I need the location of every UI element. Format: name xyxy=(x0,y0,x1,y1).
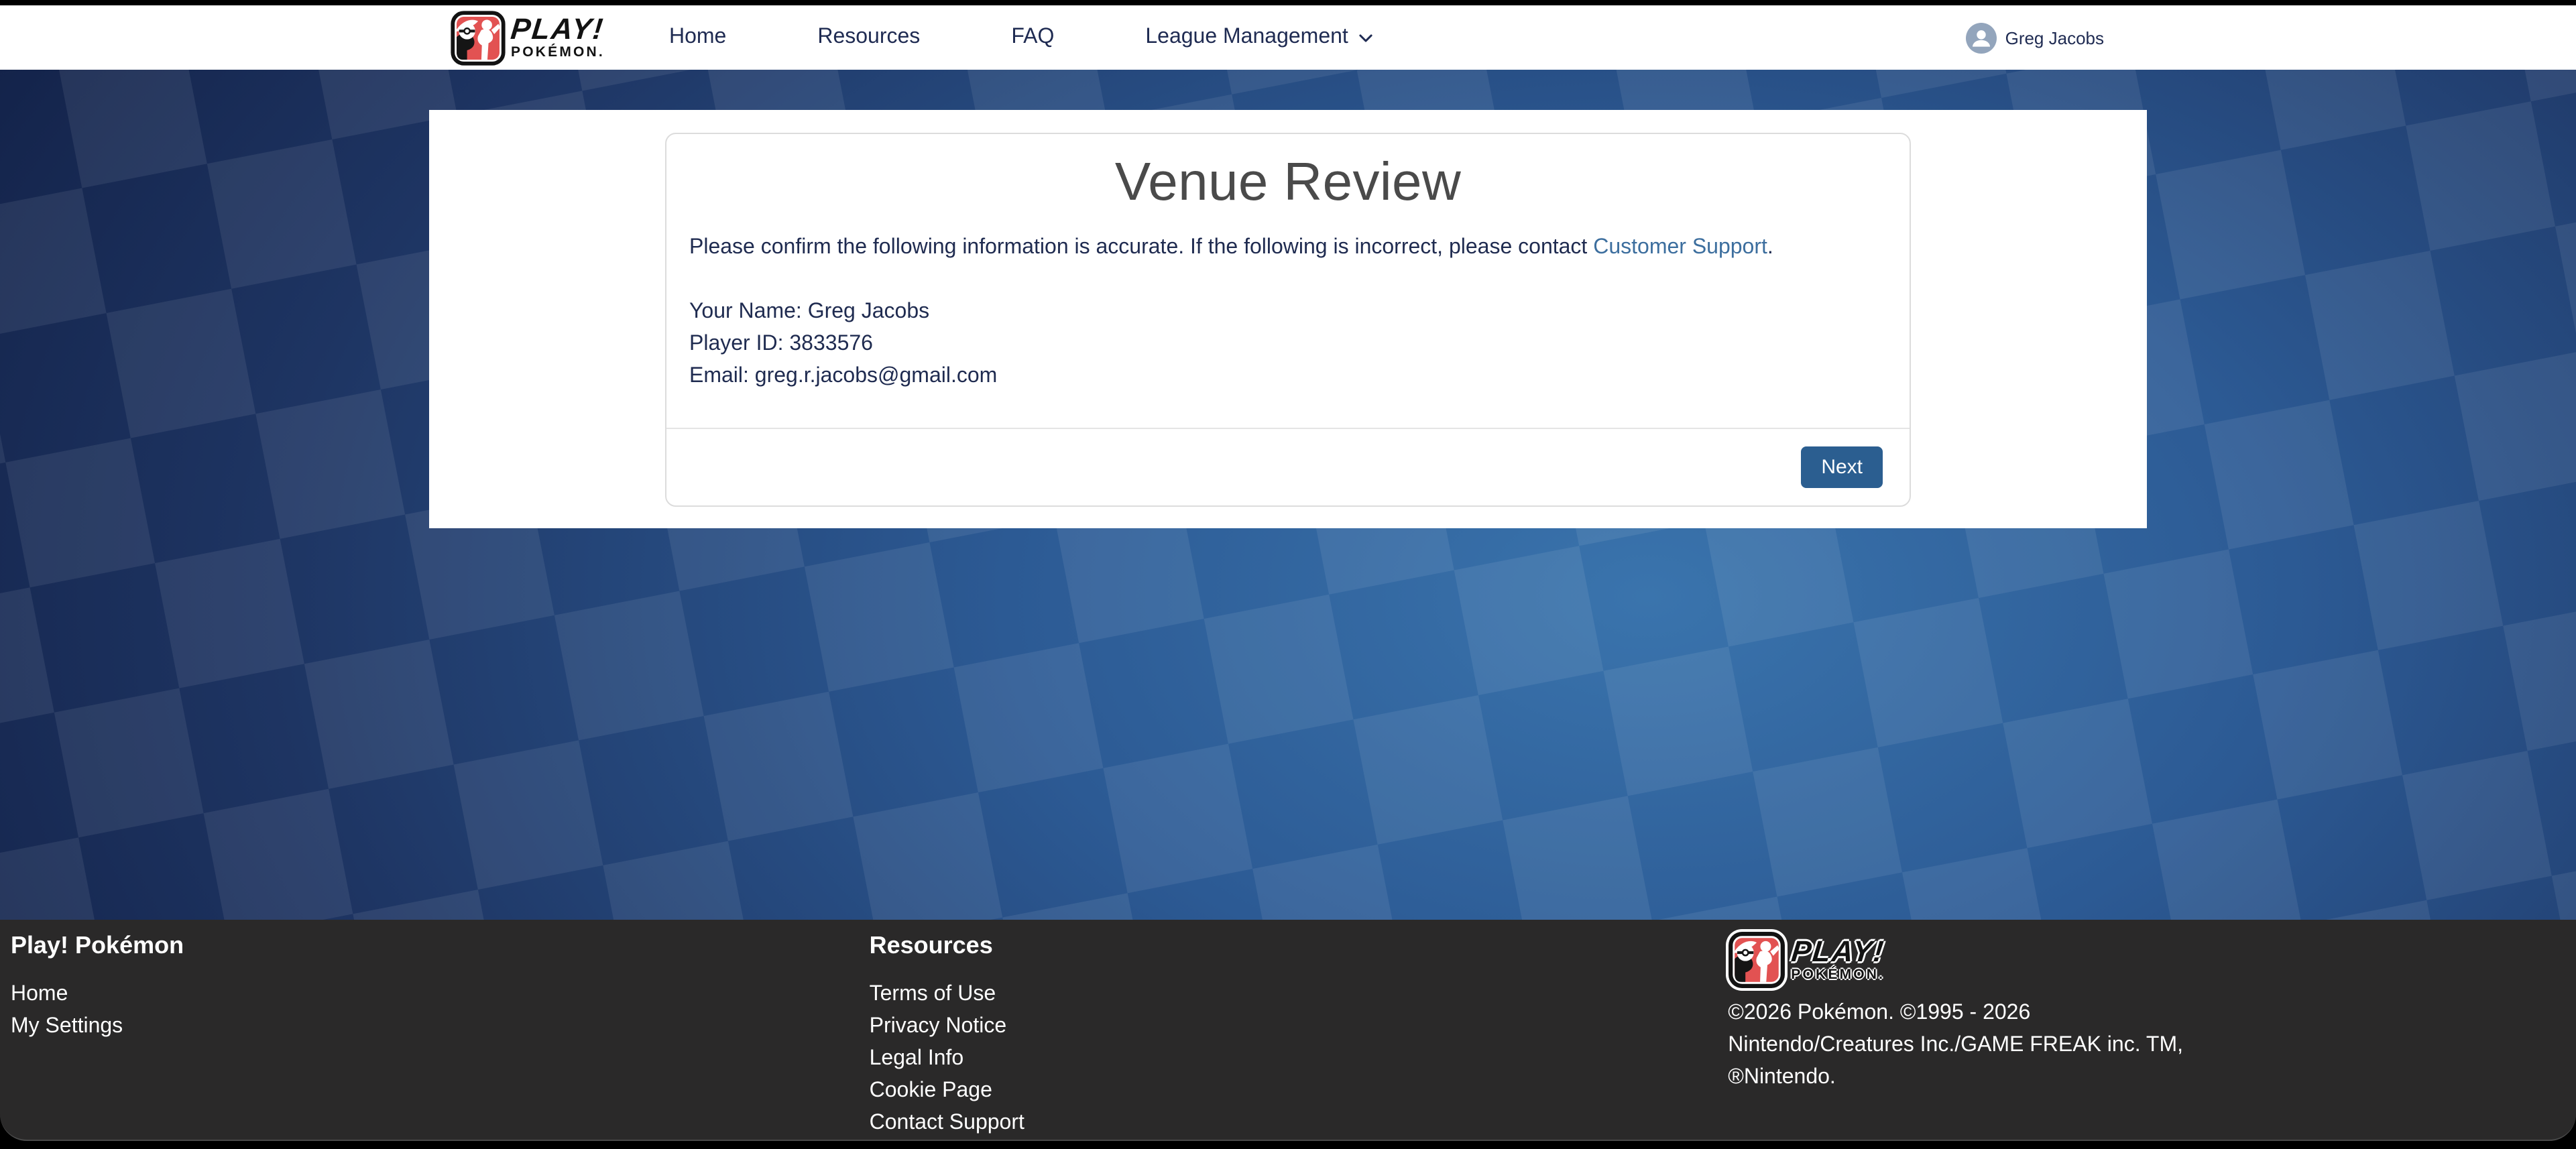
customer-support-link[interactable]: Customer Support xyxy=(1593,236,1767,259)
footer-column-play-pokemon: Play! Pokémon Home My Settings xyxy=(0,932,859,1140)
footer-play-pokemon-logo: PLAY! POKÉMON. xyxy=(1728,932,2576,988)
footer-heading-play-pokemon: Play! Pokémon xyxy=(11,932,859,960)
main-nav: Home Resources FAQ League Management xyxy=(669,25,1375,50)
brand-play-text: PLAY! xyxy=(1790,938,1887,967)
footer-link-legal-info[interactable]: Legal Info xyxy=(870,1043,1718,1075)
page-title: Venue Review xyxy=(689,153,1887,213)
player-id-line: Player ID: 3833576 xyxy=(689,328,1887,361)
copyright-text: ©2026 Pokémon. ©1995 - 2026 Nintendo/Cre… xyxy=(1728,997,2194,1094)
footer-link-cookie-page[interactable]: Cookie Page xyxy=(870,1075,1718,1107)
brand-pokemon-text: POKÉMON. xyxy=(511,46,605,60)
chevron-down-icon xyxy=(1358,29,1375,46)
footer: Play! Pokémon Home My Settings Resources… xyxy=(0,920,2576,1149)
footer-link-home[interactable]: Home xyxy=(11,979,859,1011)
brand-play-text: PLAY! xyxy=(510,15,607,45)
hero-background: Venue Review Please confirm the followin… xyxy=(0,70,2576,920)
content-panel: Venue Review Please confirm the followin… xyxy=(429,110,2147,528)
footer-column-legal: PLAY! POKÉMON. ©2026 Pokémon. ©1995 - 20… xyxy=(1717,932,2576,1140)
player-email-line: Email: greg.r.jacobs@gmail.com xyxy=(689,361,1887,393)
user-name: Greg Jacobs xyxy=(2005,27,2104,48)
page: PLAY! POKÉMON. Home Resources FAQ League… xyxy=(0,0,2576,1149)
user-menu[interactable]: Greg Jacobs xyxy=(1967,22,2104,53)
nav-item-resources[interactable]: Resources xyxy=(817,25,920,50)
pokeball-logo-icon xyxy=(451,10,506,65)
nav-item-home[interactable]: Home xyxy=(669,25,726,50)
footer-column-resources: Resources Terms of Use Privacy Notice Le… xyxy=(859,932,1718,1140)
play-pokemon-logo[interactable]: PLAY! POKÉMON. xyxy=(451,10,605,65)
next-button[interactable]: Next xyxy=(1801,446,1883,488)
confirm-instructions: Please confirm the following information… xyxy=(689,232,1887,264)
footer-link-terms-of-use[interactable]: Terms of Use xyxy=(870,979,1718,1011)
footer-heading-resources: Resources xyxy=(870,932,1718,960)
footer-link-my-settings[interactable]: My Settings xyxy=(11,1011,859,1043)
venue-review-card: Venue Review Please confirm the followin… xyxy=(665,133,1911,507)
top-navbar: PLAY! POKÉMON. Home Resources FAQ League… xyxy=(0,5,2576,70)
nav-item-faq[interactable]: FAQ xyxy=(1011,25,1054,50)
user-avatar-icon xyxy=(1967,22,1997,53)
top-black-strip xyxy=(0,0,2576,5)
player-info: Your Name: Greg Jacobs Player ID: 383357… xyxy=(689,296,1887,393)
footer-link-contact-support[interactable]: Contact Support xyxy=(870,1107,1718,1140)
footer-link-privacy-notice[interactable]: Privacy Notice xyxy=(870,1011,1718,1043)
nav-item-league-management[interactable]: League Management xyxy=(1145,25,1374,50)
player-name-line: Your Name: Greg Jacobs xyxy=(689,296,1887,328)
pokeball-logo-icon xyxy=(1728,932,1784,988)
brand-pokemon-text: POKÉMON. xyxy=(1791,969,1885,983)
